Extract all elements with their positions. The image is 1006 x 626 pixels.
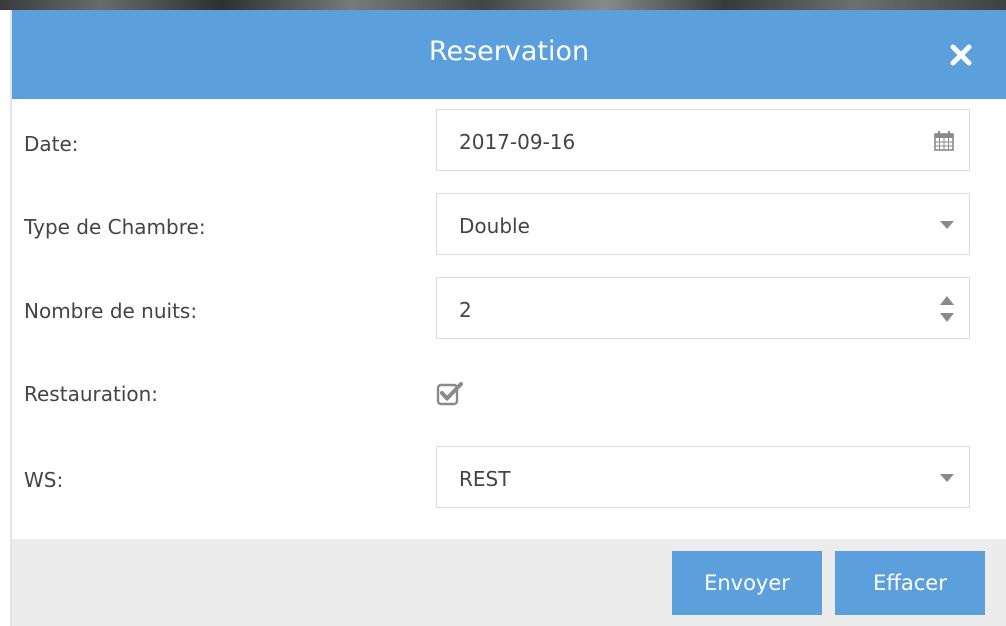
nights-label: Nombre de nuits: (24, 299, 198, 323)
date-field[interactable]: 2017-09-16 (436, 109, 970, 171)
nights-value: 2 (459, 298, 472, 322)
catering-label: Restauration: (24, 382, 159, 406)
date-label: Date: (24, 132, 79, 156)
clear-button[interactable]: Effacer (835, 551, 985, 615)
room-type-value: Double (459, 214, 530, 238)
dialog-footer: Envoyer Effacer (12, 539, 1006, 626)
close-button[interactable] (949, 43, 973, 67)
ws-value: REST (459, 467, 511, 491)
spinner-icon[interactable] (939, 294, 955, 324)
submit-button[interactable]: Envoyer (672, 551, 822, 615)
date-value: 2017-09-16 (459, 130, 576, 154)
ws-select[interactable]: REST (436, 446, 970, 508)
room-type-select[interactable]: Double (436, 193, 970, 255)
room-type-label: Type de Chambre: (24, 215, 206, 239)
dialog-title: Reservation (428, 36, 590, 67)
catering-checkbox[interactable] (436, 380, 464, 408)
background-strip (0, 0, 1006, 10)
calendar-icon[interactable] (933, 130, 955, 152)
dialog-titlebar: Reservation (12, 10, 1006, 99)
checkbox-checked-icon (436, 382, 463, 406)
reservation-dialog: Reservation Date: 2017-09-16 Type de Cha… (10, 10, 1006, 626)
nights-input[interactable]: 2 (436, 277, 970, 339)
chevron-down-icon (940, 474, 954, 482)
ws-label: WS: (24, 468, 64, 492)
close-icon (950, 44, 972, 66)
chevron-down-icon (940, 221, 954, 229)
